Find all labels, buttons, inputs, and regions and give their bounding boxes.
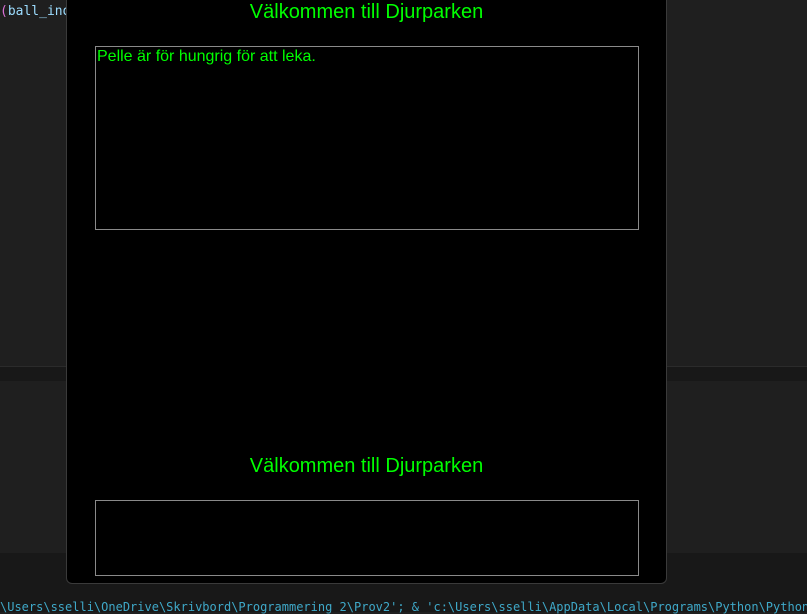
app-title-bottom: Välkommen till Djurparken: [249, 455, 484, 477]
output-text-area[interactable]: Pelle är för hungrig för att leka.: [95, 46, 639, 230]
output-text-area-bottom[interactable]: [95, 500, 639, 576]
code-text: ball_ind: [7, 4, 71, 19]
code-line[interactable]: (ball_ind: [0, 4, 70, 19]
code-paren: (: [0, 4, 8, 19]
app-title-top: Välkommen till Djurparken: [249, 1, 484, 23]
djurparken-app-window: Välkommen till Djurparken Pelle är för h…: [66, 0, 667, 584]
output-text: Pelle är för hungrig för att leka.: [97, 48, 316, 65]
